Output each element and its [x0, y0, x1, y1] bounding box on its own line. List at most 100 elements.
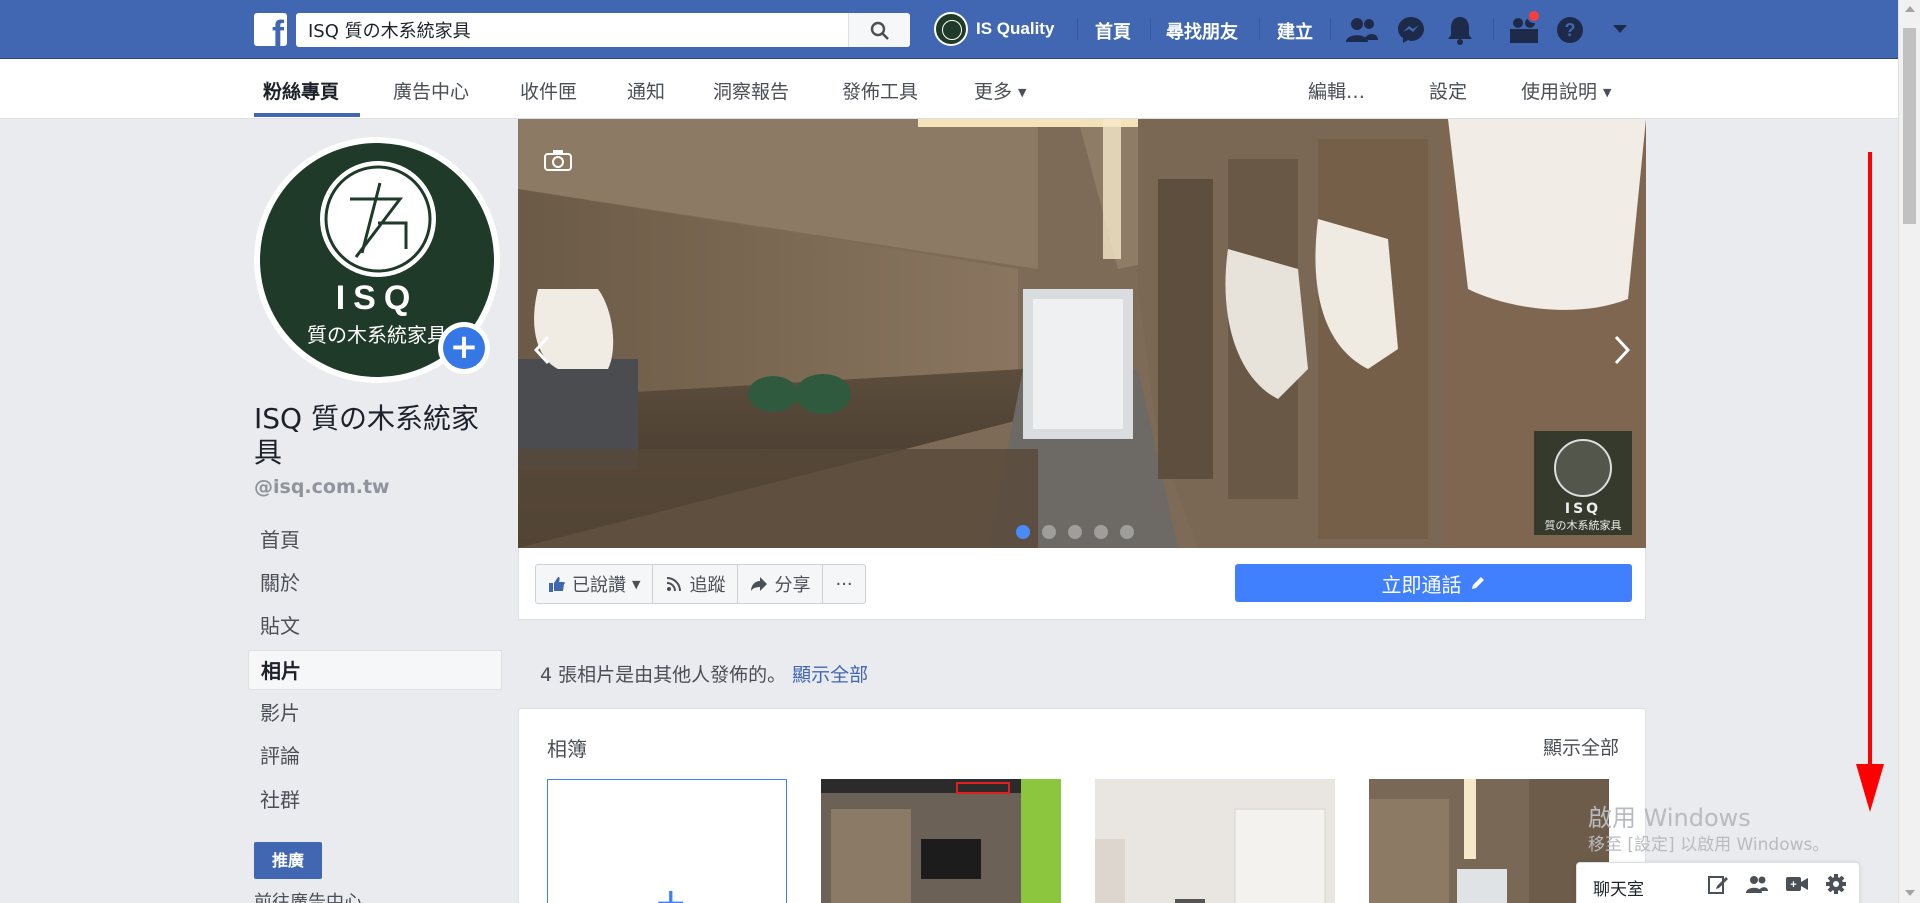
- rss-follow-icon: [667, 577, 682, 592]
- more-options-button[interactable]: ···: [823, 565, 864, 603]
- album-thumbnail[interactable]: [1095, 779, 1335, 903]
- scroll-down-arrow-icon[interactable]: [1905, 890, 1915, 896]
- caret-down-icon: ▼: [1603, 86, 1612, 99]
- sidebar-item-community[interactable]: 社群: [248, 780, 502, 820]
- friend-requests-icon[interactable]: [1346, 15, 1378, 45]
- shared-photos-text: 4 張相片是由其他人發佈的。: [540, 664, 787, 686]
- sidebar-item-home[interactable]: 首頁: [248, 520, 502, 560]
- divider: [1493, 18, 1494, 40]
- new-group-icon[interactable]: [1745, 873, 1769, 895]
- tab-publishing-tools[interactable]: 發佈工具: [842, 77, 918, 104]
- new-message-icon[interactable]: [1707, 873, 1729, 895]
- divider: [1330, 18, 1331, 40]
- messenger-icon[interactable]: [1396, 15, 1426, 45]
- create-link[interactable]: 建立: [1277, 18, 1313, 44]
- cover-photo-image: [518, 119, 1646, 548]
- notifications-bell-icon[interactable]: [1446, 15, 1474, 45]
- tab-more-label: 更多: [974, 81, 1013, 103]
- call-now-button[interactable]: 立即通話: [1235, 564, 1632, 602]
- next-slide-chevron-right-icon[interactable]: [1614, 335, 1630, 365]
- album-cover-image: [1369, 779, 1609, 903]
- account-menu-chevron-down-icon[interactable]: [1612, 24, 1628, 34]
- sidebar-item-about[interactable]: 關於: [248, 563, 502, 603]
- more-dots-icon: ···: [835, 573, 853, 595]
- settings-link[interactable]: 設定: [1429, 77, 1467, 104]
- chat-actions: +: [1707, 873, 1847, 895]
- home-link[interactable]: 首頁: [1095, 18, 1131, 44]
- svg-text:?: ?: [1565, 20, 1576, 40]
- divider: [1259, 18, 1260, 40]
- search-button[interactable]: [848, 13, 910, 47]
- scroll-up-arrow-icon[interactable]: [1905, 6, 1915, 12]
- cover-logo-subtitle: 質の木系統家具: [1544, 519, 1622, 532]
- profile-chip[interactable]: IS Quality: [934, 11, 1054, 47]
- pencil-edit-icon: [1471, 577, 1484, 589]
- sidebar-item-posts[interactable]: 貼文: [248, 606, 502, 646]
- facebook-logo-icon[interactable]: f: [254, 13, 287, 46]
- albums-see-all-link[interactable]: 顯示全部: [1543, 733, 1619, 760]
- help-menu[interactable]: 使用說明 ▼: [1521, 77, 1611, 104]
- shared-photos-notice: 4 張相片是由其他人發佈的。 顯示全部: [540, 660, 868, 687]
- albums-section: 相簿 顯示全部 +: [518, 708, 1646, 903]
- carousel-dot[interactable]: [1120, 525, 1134, 539]
- update-profile-picture-button[interactable]: +: [438, 322, 490, 374]
- chat-bar[interactable]: 聊天室 +: [1576, 862, 1860, 903]
- carousel-dot[interactable]: [1042, 525, 1056, 539]
- carousel-dot[interactable]: [1068, 525, 1082, 539]
- create-album-tile[interactable]: +: [547, 779, 798, 903]
- edit-page-info-link[interactable]: 編輯…: [1308, 77, 1365, 104]
- search-box: [296, 13, 910, 47]
- page-username[interactable]: @isq.com.tw: [254, 476, 390, 498]
- sidebar-item-videos[interactable]: 影片: [248, 693, 502, 733]
- caret-down-icon: ▼: [632, 577, 641, 591]
- windows-activation-watermark-text: 移至 [設定] 以啟用 Windows。: [1588, 835, 1830, 855]
- carousel-dot[interactable]: [1094, 525, 1108, 539]
- carousel-dot[interactable]: [1016, 525, 1030, 539]
- sidebar-item-photos[interactable]: 相片: [248, 650, 502, 690]
- scrollbar-thumb[interactable]: [1903, 28, 1916, 224]
- logo-text: ISQ: [335, 279, 419, 317]
- tab-notifications[interactable]: 通知: [627, 77, 665, 104]
- previous-slide-chevron-left-icon[interactable]: [534, 335, 550, 365]
- liked-button[interactable]: 已說讚 ▼: [536, 565, 654, 603]
- cover-watermark-logo: ISQ 質の木系統家具: [1534, 431, 1632, 535]
- share-label: 分享: [774, 575, 811, 596]
- tab-page[interactable]: 粉絲專頁: [263, 77, 339, 104]
- promote-button[interactable]: 推廣: [254, 842, 322, 879]
- help-menu-label: 使用說明: [1521, 81, 1598, 103]
- divider: [1150, 18, 1151, 40]
- red-scroll-down-arrow-annotation: [1856, 152, 1884, 812]
- page-scrollbar[interactable]: [1898, 0, 1920, 903]
- sidebar-item-reviews[interactable]: 評論: [248, 736, 502, 776]
- album-thumbnail[interactable]: [821, 779, 1061, 903]
- go-to-ad-center-link[interactable]: 前往廣告中心: [254, 888, 362, 903]
- follow-button[interactable]: 追蹤: [653, 565, 739, 603]
- camera-icon[interactable]: [544, 149, 572, 171]
- help-icon[interactable]: ?: [1555, 15, 1585, 45]
- video-call-icon[interactable]: +: [1785, 873, 1809, 895]
- profile-name: IS Quality: [976, 19, 1055, 38]
- tab-ad-center[interactable]: 廣告中心: [393, 77, 469, 104]
- plus-icon: +: [443, 327, 485, 369]
- logo-emblem: [1554, 439, 1612, 497]
- tab-insights[interactable]: 洞察報告: [713, 77, 789, 104]
- search-input[interactable]: [296, 13, 846, 47]
- page-tabs-bar: 粉絲專頁 廣告中心 收件匣 通知 洞察報告 發佈工具 更多 ▼ 編輯… 設定 使用…: [0, 59, 1898, 119]
- show-all-shared-link[interactable]: 顯示全部: [792, 664, 868, 686]
- search-icon: [870, 21, 889, 40]
- find-friends-link[interactable]: 尋找朋友: [1166, 18, 1238, 44]
- chat-settings-gear-icon[interactable]: [1825, 873, 1847, 895]
- page-title[interactable]: ISQ 質の木系統家具: [254, 402, 504, 470]
- caret-down-icon: ▼: [1018, 86, 1027, 99]
- call-now-label: 立即通話: [1381, 572, 1462, 597]
- top-navigation-bar: f IS Quality 首頁 尋找朋友 建立 ?: [0, 0, 1898, 59]
- share-button[interactable]: 分享: [738, 565, 824, 603]
- active-tab-indicator: [254, 113, 360, 117]
- tab-inbox[interactable]: 收件匣: [520, 77, 577, 104]
- album-thumbnail[interactable]: [1369, 779, 1609, 903]
- notification-badge: [1527, 9, 1541, 23]
- liked-label: 已說讚: [572, 575, 626, 596]
- albums-heading: 相簿: [547, 737, 587, 761]
- tab-more[interactable]: 更多 ▼: [974, 77, 1026, 104]
- cover-photo-carousel[interactable]: ISQ 質の木系統家具: [518, 119, 1646, 548]
